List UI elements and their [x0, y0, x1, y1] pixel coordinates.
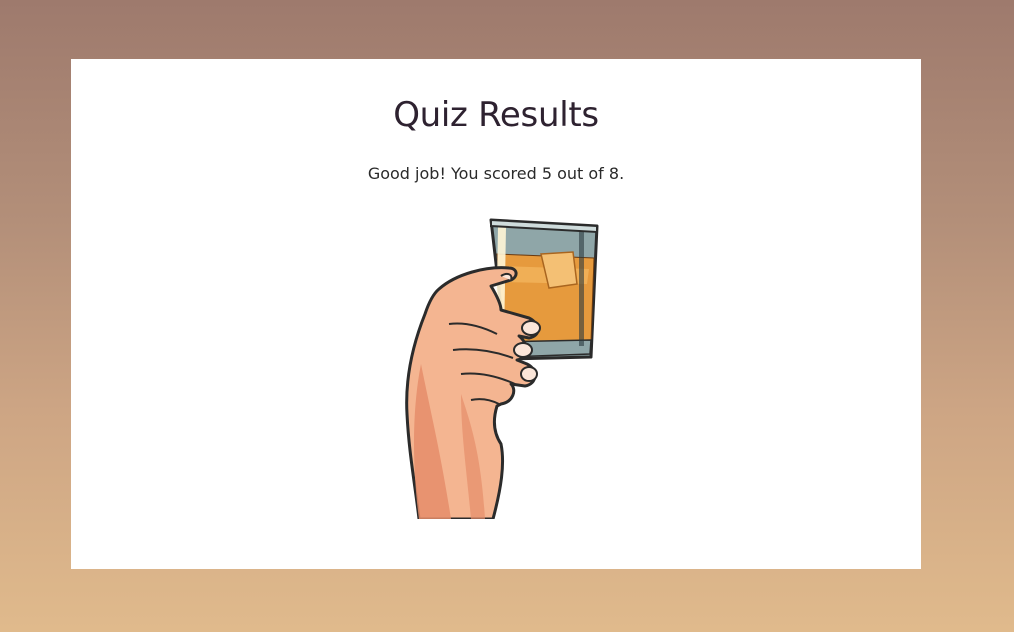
page-title: Quiz Results [393, 95, 599, 135]
hand-holding-glass-icon [405, 218, 599, 519]
results-card: Quiz Results Good job! You scored 5 out … [71, 59, 921, 569]
score-message: Good job! You scored 5 out of 8. [367, 164, 625, 183]
